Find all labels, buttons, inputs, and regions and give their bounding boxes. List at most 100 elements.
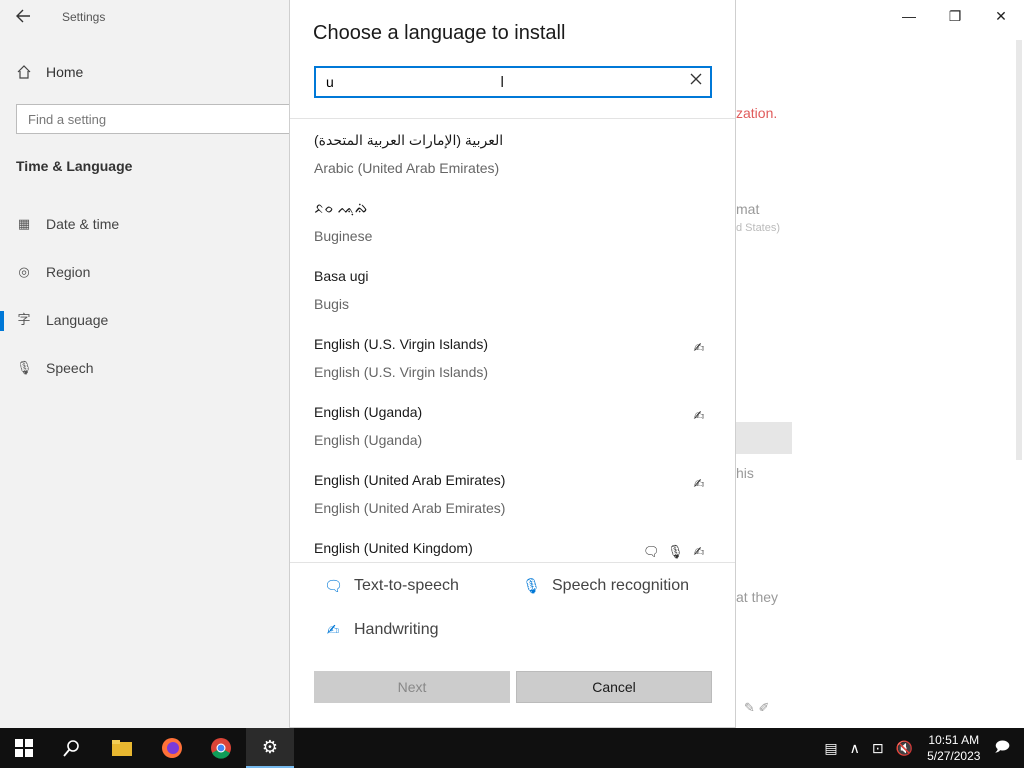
language-native-name: ᨅᨔ ᨕᨘᨁᨗ bbox=[314, 200, 369, 216]
network-icon[interactable]: ⊡ bbox=[872, 740, 884, 757]
language-search-input[interactable]: u I bbox=[314, 66, 712, 98]
microphone-icon: 🎙 bbox=[667, 544, 684, 559]
restore-button[interactable]: ❐ bbox=[932, 0, 978, 32]
nav-item-speech[interactable]: 🎙 Speech bbox=[16, 360, 93, 376]
language-option[interactable]: English (United Arab Emirates) English (… bbox=[290, 460, 735, 528]
notifications-icon[interactable]: 🗩 bbox=[994, 736, 1010, 760]
clock-time: 10:51 AM bbox=[928, 733, 980, 747]
microphone-icon: 🎙 bbox=[16, 360, 33, 375]
handwriting-icon: ✍ bbox=[326, 622, 340, 639]
language-native-name: English (United Arab Emirates) bbox=[314, 472, 506, 488]
text-cursor-icon: I bbox=[500, 74, 505, 91]
start-button[interactable] bbox=[0, 728, 48, 768]
legend-label: Text-to-speech bbox=[354, 577, 459, 594]
language-english-name: English (United Arab Emirates) bbox=[314, 500, 506, 516]
nav-item-date-time[interactable]: ▦ Date & time bbox=[16, 216, 119, 232]
chrome-icon bbox=[211, 738, 231, 759]
settings-nav-pane: Settings Home Find a setting Time & Lang… bbox=[0, 0, 306, 728]
language-option[interactable]: العربية (الإمارات العربية المتحدة) Arabi… bbox=[290, 120, 735, 188]
language-english-name: English (Uganda) bbox=[314, 432, 423, 448]
system-tray: ▤ ∧ ⊡ 🔇 10:51 AM 5/27/2023 🗩 bbox=[818, 728, 1024, 768]
language-english-name: Buginese bbox=[314, 228, 373, 244]
divider bbox=[290, 562, 735, 563]
nav-item-label: Speech bbox=[46, 360, 94, 376]
minimize-button[interactable]: — bbox=[886, 0, 932, 32]
language-native-name: English (United Kingdom) bbox=[314, 540, 473, 556]
background-text: his bbox=[736, 465, 754, 481]
file-explorer-button[interactable] bbox=[98, 728, 146, 768]
language-native-name: English (U.S. Virgin Islands) bbox=[314, 336, 489, 352]
choose-language-dialog: Choose a language to install u I العربية… bbox=[289, 0, 736, 728]
back-arrow-icon bbox=[16, 9, 30, 23]
nav-home[interactable]: Home bbox=[16, 64, 83, 80]
legend-label: Handwriting bbox=[354, 621, 439, 638]
globe-icon: ◎ bbox=[18, 264, 30, 279]
find-setting-input[interactable]: Find a setting bbox=[16, 104, 306, 134]
nav-item-label: Language bbox=[46, 312, 109, 328]
background-dropdown bbox=[736, 422, 792, 454]
background-text: mat bbox=[736, 201, 760, 217]
language-list[interactable]: العربية (الإمارات العربية المتحدة) Arabi… bbox=[290, 120, 735, 562]
settings-scrollbar[interactable] bbox=[1016, 40, 1022, 460]
legend-label: Speech recognition bbox=[552, 577, 689, 594]
home-icon bbox=[17, 65, 31, 79]
app-title: Settings bbox=[62, 10, 106, 24]
cancel-button[interactable]: Cancel bbox=[516, 671, 712, 703]
volume-muted-icon[interactable]: 🔇 bbox=[896, 740, 913, 757]
background-text: d States) bbox=[736, 222, 781, 234]
section-title: Time & Language bbox=[16, 158, 133, 174]
legend-text-to-speech: 🗨 Text-to-speech bbox=[324, 577, 459, 595]
taskbar: ⚙ ▤ ∧ ⊡ 🔇 10:51 AM 5/27/2023 🗩 bbox=[0, 728, 1024, 768]
language-native-name: Basa ugi bbox=[314, 268, 369, 284]
search-button[interactable] bbox=[48, 728, 96, 768]
language-option[interactable]: English (Uganda) English (Uganda) ✍ bbox=[290, 392, 735, 460]
clear-search-button[interactable] bbox=[690, 72, 702, 89]
background-warning-text: zation. bbox=[736, 105, 778, 121]
firefox-button[interactable] bbox=[148, 728, 196, 768]
legend-speech-recognition: 🎙 Speech recognition bbox=[522, 577, 689, 595]
language-native-name: العربية (الإمارات العربية المتحدة) bbox=[314, 132, 504, 148]
microphone-icon: 🎙 bbox=[522, 578, 542, 595]
background-text: at they bbox=[736, 589, 779, 605]
search-icon bbox=[63, 740, 79, 757]
background-feature-icons: ✎ ✐ bbox=[744, 700, 770, 715]
language-option[interactable]: Basa ugi Bugis bbox=[290, 256, 735, 324]
close-icon: ✕ bbox=[995, 7, 1007, 24]
handwriting-icon: ✍ bbox=[693, 408, 705, 423]
handwriting-icon: ✍ bbox=[693, 476, 705, 491]
windows-logo-icon bbox=[15, 739, 33, 757]
search-value: u bbox=[326, 74, 334, 90]
nav-item-region[interactable]: ◎ Region bbox=[16, 264, 90, 280]
divider bbox=[290, 118, 735, 119]
settings-taskbar-button[interactable]: ⚙ bbox=[246, 728, 294, 768]
chevron-up-icon[interactable]: ∧ bbox=[850, 740, 860, 757]
handwriting-icon: ✍ bbox=[693, 340, 705, 355]
close-icon bbox=[690, 73, 702, 85]
text-to-speech-icon: 🗨 bbox=[643, 544, 660, 559]
language-icon: 字 bbox=[17, 312, 31, 327]
minimize-icon: — bbox=[902, 8, 916, 24]
gear-icon: ⚙ bbox=[261, 736, 279, 757]
next-button[interactable]: Next bbox=[314, 671, 510, 703]
language-english-name: Arabic (United Arab Emirates) bbox=[314, 160, 500, 176]
nav-item-label: Date & time bbox=[46, 216, 120, 232]
language-option[interactable]: English (United Kingdom) 🗨 🎙 ✍ bbox=[290, 528, 735, 562]
close-button[interactable]: ✕ bbox=[978, 0, 1024, 32]
firefox-icon bbox=[162, 738, 182, 758]
dialog-title: Choose a language to install bbox=[313, 22, 566, 44]
chrome-button[interactable] bbox=[197, 728, 245, 768]
clock[interactable]: 10:51 AM 5/27/2023 bbox=[927, 732, 980, 764]
window-controls: — ❐ ✕ bbox=[886, 0, 1024, 32]
nav-item-language[interactable]: 字 Language bbox=[16, 312, 108, 328]
calendar-clock-icon: ▦ bbox=[17, 216, 31, 231]
back-button[interactable] bbox=[14, 6, 34, 26]
news-icon[interactable]: ▤ bbox=[824, 740, 837, 757]
restore-icon: ❐ bbox=[948, 7, 962, 24]
nav-item-label: Region bbox=[46, 264, 91, 280]
text-to-speech-icon: 🗨 bbox=[324, 578, 344, 595]
active-indicator bbox=[0, 311, 4, 331]
language-english-name: English (U.S. Virgin Islands) bbox=[314, 364, 489, 380]
language-option[interactable]: English (U.S. Virgin Islands) English (U… bbox=[290, 324, 735, 392]
handwriting-icon: ✍ bbox=[693, 544, 705, 559]
language-option[interactable]: ᨅᨔ ᨕᨘᨁᨗ Buginese bbox=[290, 188, 735, 256]
